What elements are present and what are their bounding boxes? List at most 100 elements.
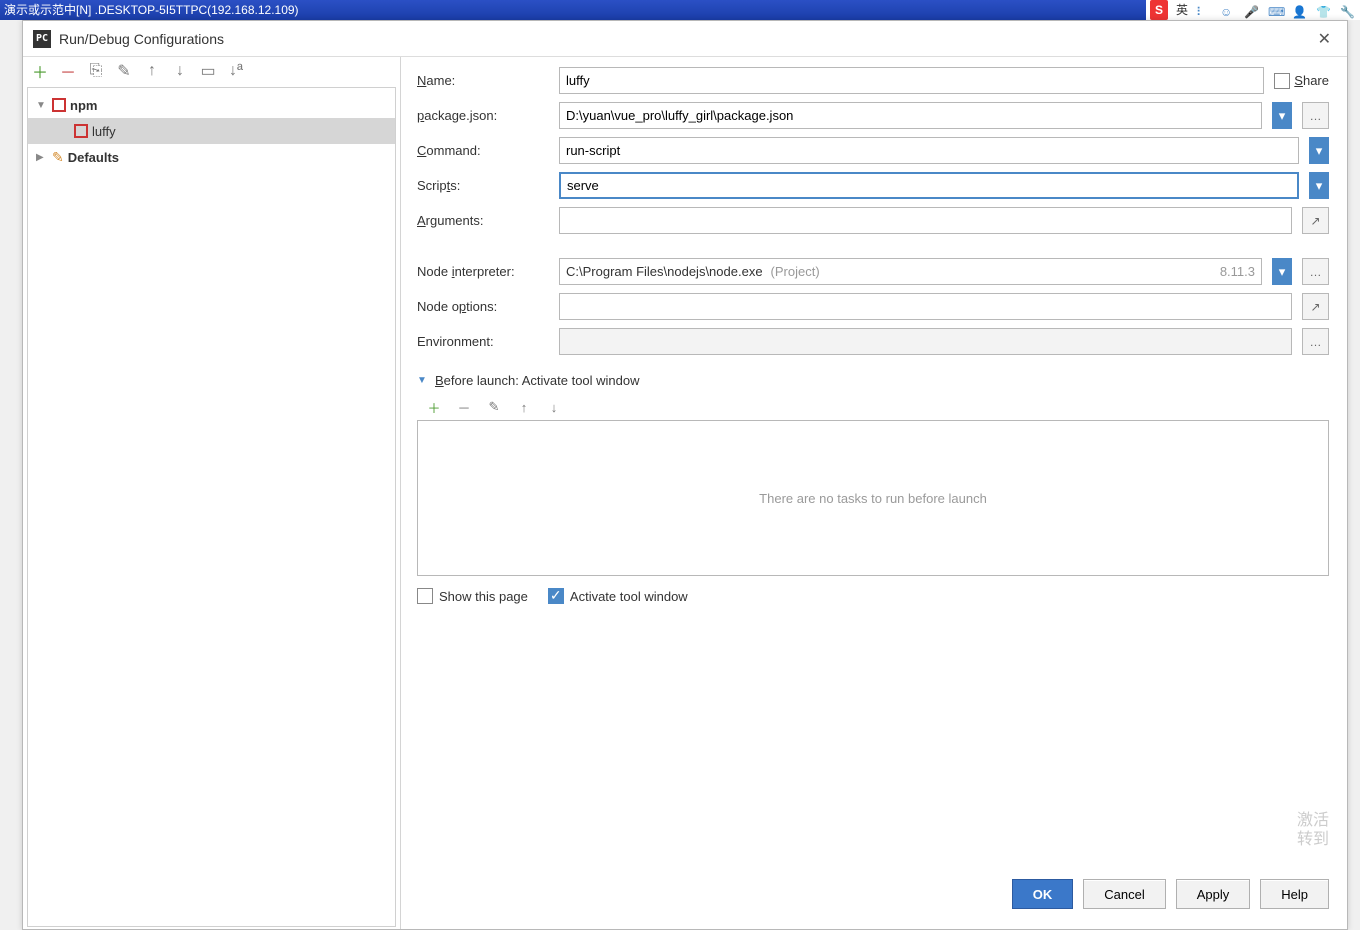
chevron-down-icon: ▼ xyxy=(417,375,429,386)
row-command: Command: ▾ xyxy=(417,137,1329,164)
command-dropdown[interactable]: ▾ xyxy=(1309,137,1329,164)
before-launch-header[interactable]: ▼ Before launch: Activate tool window xyxy=(417,373,1329,388)
chevron-down-icon: ▼ xyxy=(36,100,48,111)
dialog-body: ＋ － ⎘ ✎ ↑ ↓ ▭ ↓ª ▼ npm luffy xyxy=(23,57,1347,929)
tree-label-npm: npm xyxy=(70,98,97,113)
dialog-header: PC Run/Debug Configurations ✕ xyxy=(23,21,1347,57)
ime-tray: S 英 ⠇ ☺ 🎤 ⌨ 👤 👕 🔧 xyxy=(1146,0,1360,20)
package-dropdown[interactable]: ▾ xyxy=(1272,102,1292,129)
check-row: Show this page Activate tool window xyxy=(417,588,1329,604)
apply-button[interactable]: Apply xyxy=(1176,879,1251,909)
ok-button[interactable]: OK xyxy=(1012,879,1074,909)
label-nodeopts: Node options: xyxy=(417,299,549,314)
share-checkbox-row[interactable]: Share xyxy=(1274,73,1329,89)
show-page-check[interactable]: Show this page xyxy=(417,588,528,604)
nodeopts-input[interactable] xyxy=(559,293,1292,320)
activate-label: Activate tool window xyxy=(570,589,688,604)
env-input[interactable] xyxy=(559,328,1292,355)
row-name: NName:ame: Share xyxy=(417,67,1329,94)
folder-button[interactable]: ▭ xyxy=(199,62,217,80)
defaults-icon: ✎ xyxy=(52,149,64,166)
label-name: NName:ame: xyxy=(417,73,549,88)
tree-node-defaults[interactable]: ▶ ✎ Defaults xyxy=(28,144,395,170)
share-label: Share xyxy=(1294,73,1329,88)
config-tree[interactable]: ▼ npm luffy ▶ ✎ Defaults xyxy=(27,87,396,927)
form-panel: NName:ame: Share package.json: ▾ … Comma… xyxy=(401,57,1347,929)
cancel-button[interactable]: Cancel xyxy=(1083,879,1165,909)
bl-add-button[interactable]: ＋ xyxy=(425,398,443,416)
system-titlebar: 演示或示范中[N] .DESKTOP-5I5TTPC(192.168.12.10… xyxy=(0,0,1360,20)
dialog: PC Run/Debug Configurations ✕ ＋ － ⎘ ✎ ↑ … xyxy=(22,20,1348,930)
bl-remove-button[interactable]: － xyxy=(455,398,473,416)
pycharm-icon: PC xyxy=(33,30,51,48)
config-tree-panel: ＋ － ⎘ ✎ ↑ ↓ ▭ ↓ª ▼ npm luffy xyxy=(23,57,401,929)
row-package: package.json: ▾ … xyxy=(417,102,1329,129)
row-env: Environment: … xyxy=(417,328,1329,355)
dots-icon: ⠇ xyxy=(1196,2,1212,18)
shirt-icon[interactable]: 👕 xyxy=(1316,2,1332,18)
bl-down-button[interactable]: ↓ xyxy=(545,398,563,416)
remove-config-button[interactable]: － xyxy=(59,62,77,80)
row-interpreter: Node interpreter: C:\Program Files\nodej… xyxy=(417,258,1329,285)
interpreter-project: (Project) xyxy=(771,264,820,279)
row-nodeopts: Node options: ↗ xyxy=(417,293,1329,320)
add-config-button[interactable]: ＋ xyxy=(31,62,49,80)
copy-config-button[interactable]: ⎘ xyxy=(87,62,105,80)
label-interpreter: Node interpreter: xyxy=(417,264,549,279)
before-launch-list[interactable]: There are no tasks to run before launch xyxy=(417,420,1329,576)
interpreter-version: 8.11.3 xyxy=(1220,264,1255,279)
interpreter-browse-button[interactable]: … xyxy=(1302,258,1329,285)
activate-checkbox[interactable] xyxy=(548,588,564,604)
bl-up-button[interactable]: ↑ xyxy=(515,398,533,416)
sort-button[interactable]: ↓ª xyxy=(227,62,245,80)
label-package: package.json: xyxy=(417,108,549,123)
arguments-expand-button[interactable]: ↗ xyxy=(1302,207,1329,234)
arguments-input[interactable] xyxy=(559,207,1292,234)
nodeopts-expand-button[interactable]: ↗ xyxy=(1302,293,1329,320)
bl-edit-button[interactable]: ✎ xyxy=(485,398,503,416)
env-browse-button[interactable]: … xyxy=(1302,328,1329,355)
label-arguments: Arguments: xyxy=(417,213,549,228)
show-page-checkbox[interactable] xyxy=(417,588,433,604)
scripts-input[interactable] xyxy=(559,172,1299,199)
scripts-dropdown[interactable]: ▾ xyxy=(1309,172,1329,199)
tree-label-luffy: luffy xyxy=(92,124,116,139)
person-icon[interactable]: 👤 xyxy=(1292,2,1308,18)
interpreter-input[interactable]: C:\Program Files\nodejs\node.exe (Projec… xyxy=(559,258,1262,285)
before-launch-toolbar: ＋ － ✎ ↑ ↓ xyxy=(417,394,1329,420)
command-input[interactable] xyxy=(559,137,1299,164)
tree-node-npm[interactable]: ▼ npm xyxy=(28,92,395,118)
row-arguments: Arguments: ↗ xyxy=(417,207,1329,234)
package-input[interactable] xyxy=(559,102,1262,129)
label-scripts: Scripts: xyxy=(417,178,549,193)
label-env: Environment: xyxy=(417,334,549,349)
dialog-title: Run/Debug Configurations xyxy=(59,31,1312,47)
before-launch-label: Before launch: Activate tool window xyxy=(435,373,640,388)
titlebar-text: 演示或示范中[N] .DESKTOP-5I5TTPC(192.168.12.10… xyxy=(4,0,299,20)
npm-icon xyxy=(52,98,66,112)
smiley-icon[interactable]: ☺ xyxy=(1220,2,1236,18)
package-browse-button[interactable]: … xyxy=(1302,102,1329,129)
share-checkbox[interactable] xyxy=(1274,73,1290,89)
dialog-footer: OK Cancel Apply Help xyxy=(417,865,1329,919)
activate-check[interactable]: Activate tool window xyxy=(548,588,688,604)
move-up-button[interactable]: ↑ xyxy=(143,62,161,80)
keyboard-icon[interactable]: ⌨ xyxy=(1268,2,1284,18)
move-down-button[interactable]: ↓ xyxy=(171,62,189,80)
show-page-label: Show this page xyxy=(439,589,528,604)
interpreter-dropdown[interactable]: ▾ xyxy=(1272,258,1292,285)
background-gutter xyxy=(0,20,22,930)
close-button[interactable]: ✕ xyxy=(1312,27,1337,51)
label-command: Command: xyxy=(417,143,549,158)
save-config-button[interactable]: ✎ xyxy=(115,62,133,80)
mic-icon[interactable]: 🎤 xyxy=(1244,2,1260,18)
help-button[interactable]: Help xyxy=(1260,879,1329,909)
windows-watermark: 激活 转到 xyxy=(1297,811,1329,849)
before-launch-empty: There are no tasks to run before launch xyxy=(759,491,987,506)
ime-lang: 英 xyxy=(1176,0,1188,20)
tree-node-luffy[interactable]: luffy xyxy=(28,118,395,144)
interpreter-path: C:\Program Files\nodejs\node.exe xyxy=(566,264,763,279)
name-input[interactable] xyxy=(559,67,1264,94)
wrench-icon[interactable]: 🔧 xyxy=(1340,2,1356,18)
tree-label-defaults: Defaults xyxy=(68,150,119,165)
